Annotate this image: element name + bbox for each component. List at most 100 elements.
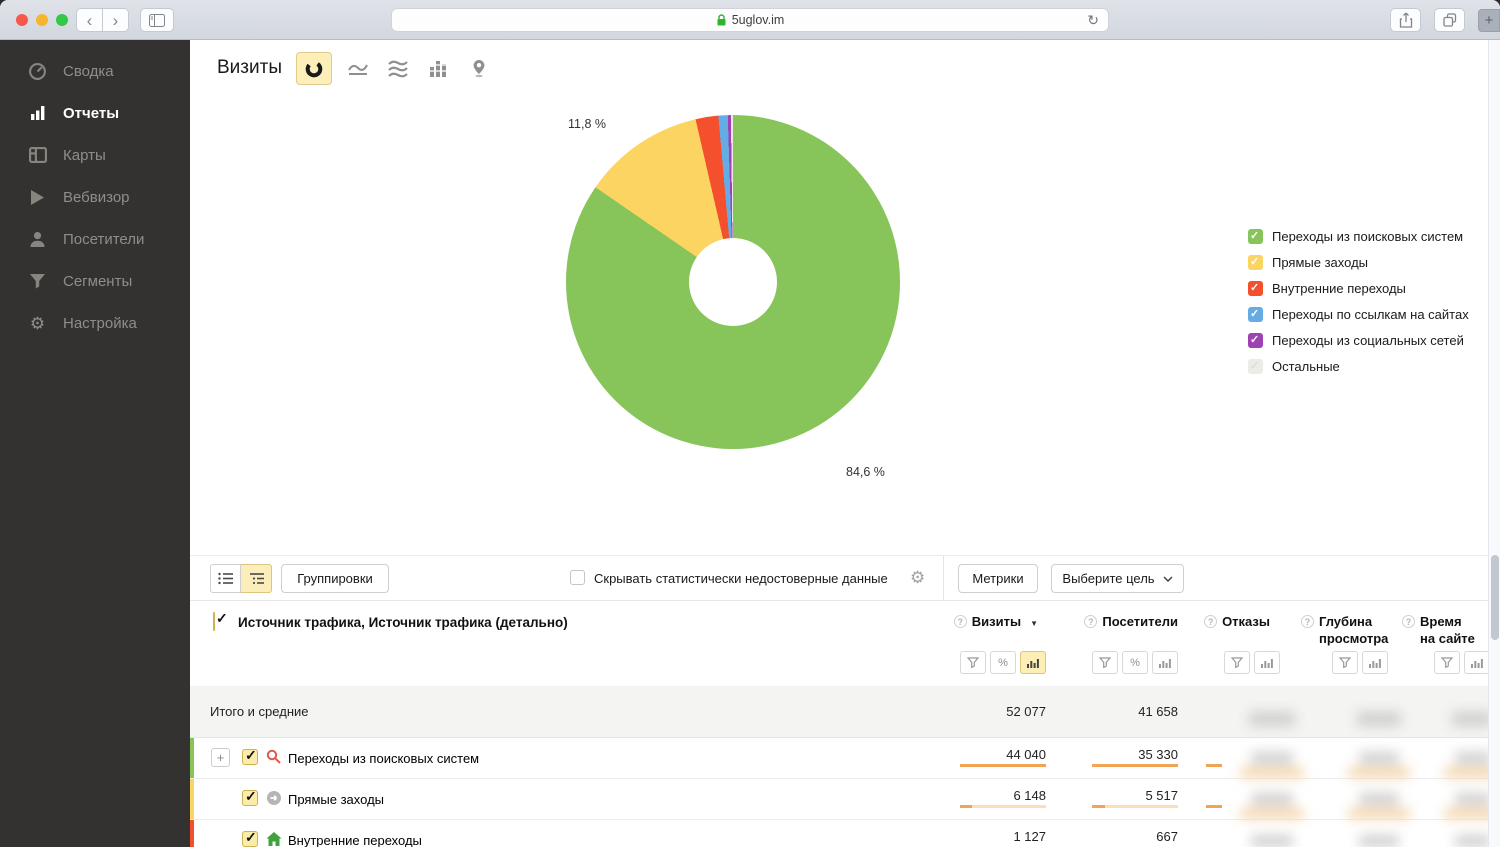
visitors-share-bar — [1092, 805, 1178, 808]
hide-unreliable-checkbox[interactable] — [570, 570, 585, 585]
row-label[interactable]: Прямые заходы — [288, 792, 384, 807]
column-header-visits[interactable]: Визиты — [954, 614, 1038, 629]
share-button[interactable] — [1390, 8, 1421, 32]
bars-mode-icon[interactable] — [1362, 651, 1388, 674]
stacked-area-chart-icon-button[interactable] — [380, 52, 416, 85]
donut-chart-icon — [304, 59, 324, 79]
help-icon — [954, 615, 967, 628]
sidebar-item-label: Отчеты — [63, 105, 119, 122]
home-icon — [266, 831, 282, 847]
sidebar-item-visitors[interactable]: Посетители — [0, 218, 190, 260]
row-visits-value: 1 127 — [942, 829, 1046, 844]
legend-item-direct[interactable]: Прямые заходы — [1248, 249, 1469, 275]
legend-label: Внутренние переходы — [1272, 281, 1406, 296]
dimension-checkbox[interactable] — [213, 612, 215, 631]
groupings-button[interactable]: Группировки — [281, 564, 389, 593]
back-button[interactable] — [76, 8, 103, 32]
sidebar-item-summary[interactable]: Сводка — [0, 50, 190, 92]
table-settings-gear-icon[interactable]: ⚙ — [910, 568, 925, 588]
bounce-share-bar — [1206, 764, 1222, 767]
legend-item-social[interactable]: Переходы из социальных сетей — [1248, 327, 1469, 353]
select-goal-button[interactable]: Выберите цель — [1051, 564, 1184, 593]
bounce-filter-group — [1224, 651, 1280, 674]
funnel-filter-icon[interactable] — [1092, 651, 1118, 674]
sidebar-item-segments[interactable]: Сегменты — [0, 260, 190, 302]
expand-row-button[interactable] — [211, 748, 230, 767]
legend-item-others[interactable]: Остальные — [1248, 353, 1469, 379]
column-label: Посетители — [1102, 614, 1178, 629]
close-window-button[interactable] — [16, 14, 28, 26]
forward-button[interactable] — [102, 8, 129, 32]
new-tab-button[interactable] — [1478, 9, 1500, 32]
legend-item-links[interactable]: Переходы по ссылкам на сайтах — [1248, 301, 1469, 327]
reports-bars-icon — [28, 105, 47, 121]
column-header-visitors[interactable]: Посетители — [1084, 614, 1178, 629]
visits-share-bar — [960, 764, 1046, 767]
bars-mode-icon[interactable] — [1020, 651, 1046, 674]
visits-filter-group: % — [960, 651, 1046, 674]
row-checkbox[interactable] — [242, 831, 258, 847]
address-bar[interactable]: 5uglov.im — [391, 8, 1109, 32]
legend-label: Переходы из поисковых систем — [1272, 229, 1463, 244]
visitors-filter-group: % — [1092, 651, 1178, 674]
sidebar-item-settings[interactable]: ⚙ Настройка — [0, 302, 190, 344]
bars-mode-icon[interactable] — [1254, 651, 1280, 674]
sidebar-toggle-button[interactable] — [140, 8, 174, 32]
sidebar-item-webvisor[interactable]: Вебвизор — [0, 176, 190, 218]
row-checkbox[interactable] — [242, 790, 258, 806]
percent-mode-icon[interactable]: % — [1122, 651, 1148, 674]
funnel-filter-icon[interactable] — [960, 651, 986, 674]
column-label: Время на сайте — [1420, 614, 1480, 648]
line-chart-icon — [348, 61, 368, 77]
donut-chart[interactable] — [566, 115, 900, 449]
table-header: Источник трафика, Источник трафика (дета… — [190, 601, 1500, 686]
row-visits-value: 6 148 — [942, 788, 1046, 803]
tree-view-button[interactable] — [241, 564, 272, 593]
legend-item-search[interactable]: Переходы из поисковых систем — [1248, 223, 1469, 249]
zoom-window-button[interactable] — [56, 14, 68, 26]
table-controls: Группировки Скрывать статистически недос… — [190, 556, 1500, 601]
bars-mode-icon[interactable] — [1464, 651, 1490, 674]
reload-icon[interactable] — [1087, 12, 1099, 29]
row-label[interactable]: Переходы из поисковых систем — [288, 751, 479, 766]
column-label: Визиты — [972, 614, 1021, 629]
funnel-filter-icon[interactable] — [1332, 651, 1358, 674]
vertical-scrollbar[interactable] — [1488, 40, 1500, 847]
funnel-filter-icon[interactable] — [1224, 651, 1250, 674]
row-color-stripe — [190, 820, 194, 847]
row-visits-value: 44 040 — [942, 747, 1046, 762]
settings-gear-icon: ⚙ — [28, 315, 47, 332]
sidebar-item-maps[interactable]: Карты — [0, 134, 190, 176]
gauge-icon — [28, 62, 47, 81]
sort-desc-icon — [1026, 614, 1038, 629]
row-checkbox[interactable] — [242, 749, 258, 765]
legend-checkbox — [1248, 255, 1263, 270]
row-label[interactable]: Внутренние переходы — [288, 833, 422, 847]
chart-type-map-button[interactable] — [461, 52, 497, 85]
chart-type-columns-button[interactable] — [420, 52, 456, 85]
column-header-depth[interactable]: Глубина просмотра — [1301, 614, 1395, 648]
sidebar-item-reports[interactable]: Отчеты — [0, 92, 190, 134]
tab-overview-button[interactable] — [1434, 8, 1465, 32]
visitors-person-icon — [28, 231, 47, 248]
scrollbar-thumb[interactable] — [1491, 555, 1499, 640]
dimension-header: Источник трафика, Источник трафика (дета… — [238, 615, 568, 630]
table-row-search: Переходы из поисковых систем 44 040 35 3… — [190, 738, 1500, 779]
column-header-bounce[interactable]: Отказы — [1204, 614, 1270, 629]
chart-type-line-button[interactable] — [340, 52, 376, 85]
help-icon — [1301, 615, 1314, 628]
minimize-window-button[interactable] — [36, 14, 48, 26]
legend-item-internal[interactable]: Внутренние переходы — [1248, 275, 1469, 301]
metrics-button[interactable]: Метрики — [958, 564, 1038, 593]
row-color-stripe — [190, 779, 194, 819]
legend-checkbox — [1248, 359, 1263, 374]
column-header-time[interactable]: Время на сайте — [1402, 614, 1480, 648]
chart-legend: Переходы из поисковых систем Прямые захо… — [1248, 223, 1469, 379]
percent-mode-icon[interactable]: % — [990, 651, 1016, 674]
bars-mode-icon[interactable] — [1152, 651, 1178, 674]
chart-type-donut-button[interactable] — [296, 52, 332, 85]
flat-list-view-button[interactable] — [210, 564, 241, 593]
sidebar-panel-icon — [149, 14, 165, 27]
table-row-internal: Внутренние переходы 1 127 667 — [190, 820, 1500, 847]
funnel-filter-icon[interactable] — [1434, 651, 1460, 674]
